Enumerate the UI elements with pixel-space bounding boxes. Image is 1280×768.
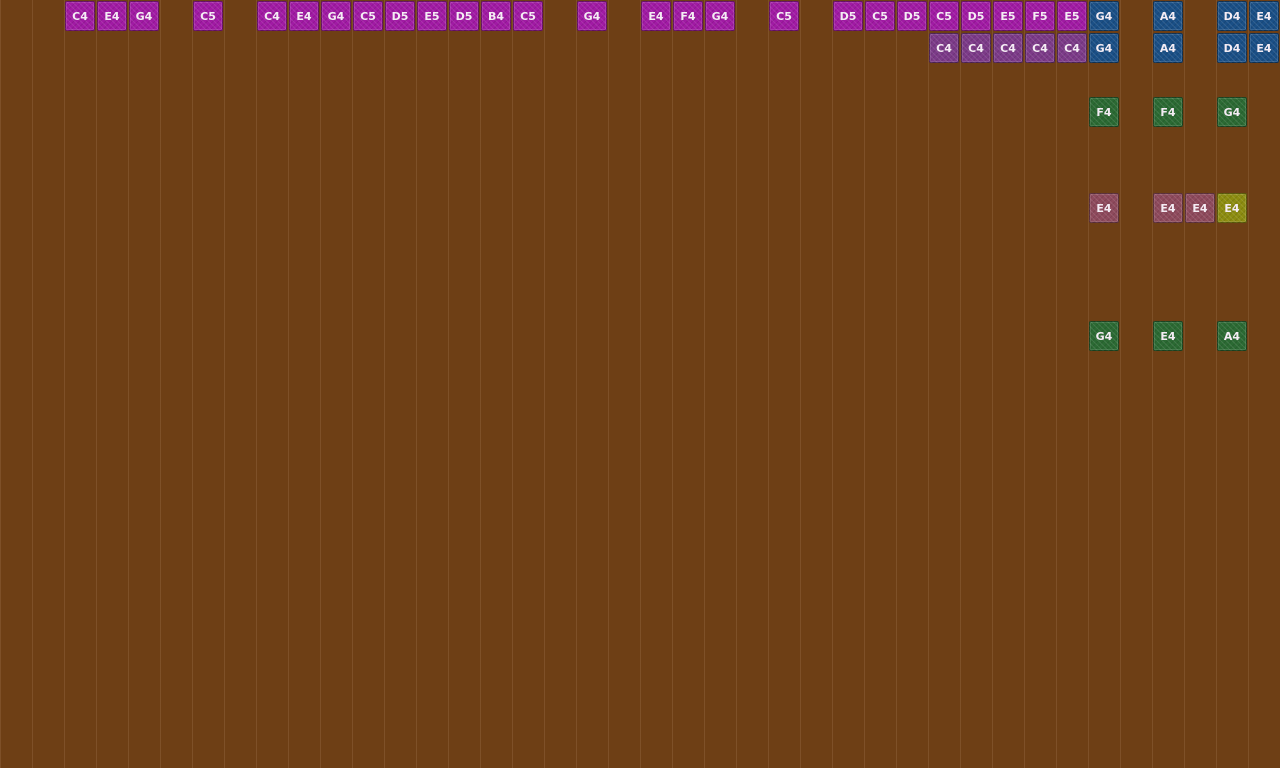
note-block[interactable]: F4	[1089, 97, 1119, 127]
note-block[interactable]: E5	[417, 1, 447, 31]
note-block[interactable]: C5	[929, 1, 959, 31]
note-block[interactable]: E5	[1057, 1, 1087, 31]
note-block[interactable]: C4	[1057, 33, 1087, 63]
note-block[interactable]: G4	[1217, 97, 1247, 127]
note-block[interactable]: G4	[129, 1, 159, 31]
note-block[interactable]: C4	[1025, 33, 1055, 63]
note-block[interactable]: D5	[833, 1, 863, 31]
note-block[interactable]: C4	[929, 33, 959, 63]
note-block[interactable]: C5	[193, 1, 223, 31]
note-block[interactable]: C4	[65, 1, 95, 31]
note-block[interactable]: A4	[1153, 1, 1183, 31]
note-block[interactable]: G4	[705, 1, 735, 31]
note-block[interactable]: D5	[961, 1, 991, 31]
note-block[interactable]: G4	[1089, 321, 1119, 351]
note-block[interactable]: C5	[353, 1, 383, 31]
note-block[interactable]: A4	[1153, 33, 1183, 63]
note-block[interactable]: F4	[673, 1, 703, 31]
note-block[interactable]: E4	[1089, 193, 1119, 223]
note-block[interactable]: C4	[961, 33, 991, 63]
note-block[interactable]: G4	[1089, 1, 1119, 31]
note-block[interactable]: C4	[993, 33, 1023, 63]
note-block[interactable]: C5	[769, 1, 799, 31]
note-block[interactable]: E4	[1249, 1, 1279, 31]
note-block[interactable]: C5	[513, 1, 543, 31]
note-block[interactable]: G4	[321, 1, 351, 31]
note-block[interactable]: D4	[1217, 1, 1247, 31]
note-block[interactable]: F4	[1153, 97, 1183, 127]
note-block[interactable]: D5	[385, 1, 415, 31]
note-block[interactable]: C4	[257, 1, 287, 31]
note-block[interactable]: D4	[1217, 33, 1247, 63]
note-block[interactable]: E4	[1185, 193, 1215, 223]
note-block[interactable]: D5	[897, 1, 927, 31]
note-block[interactable]: C5	[865, 1, 895, 31]
note-block[interactable]: F5	[1025, 1, 1055, 31]
note-block[interactable]: E4	[1153, 321, 1183, 351]
note-block[interactable]: G4	[577, 1, 607, 31]
note-block[interactable]: D5	[449, 1, 479, 31]
note-grid[interactable]: C4 E4 G4 C5 C4 E4 G4 C5 D5 E5 D5 B4 C5 G4 E4 F4 G4 C5 D5 C5…	[0, 0, 1280, 768]
note-block[interactable]: E4	[1217, 193, 1247, 223]
note-block[interactable]: G4	[1089, 33, 1119, 63]
note-block[interactable]: E4	[1153, 193, 1183, 223]
note-block[interactable]: A4	[1217, 321, 1247, 351]
note-block[interactable]: E4	[641, 1, 671, 31]
note-block[interactable]: E5	[993, 1, 1023, 31]
note-block[interactable]: E4	[289, 1, 319, 31]
note-block[interactable]: E4	[97, 1, 127, 31]
note-block[interactable]: E4	[1249, 33, 1279, 63]
note-block[interactable]: B4	[481, 1, 511, 31]
